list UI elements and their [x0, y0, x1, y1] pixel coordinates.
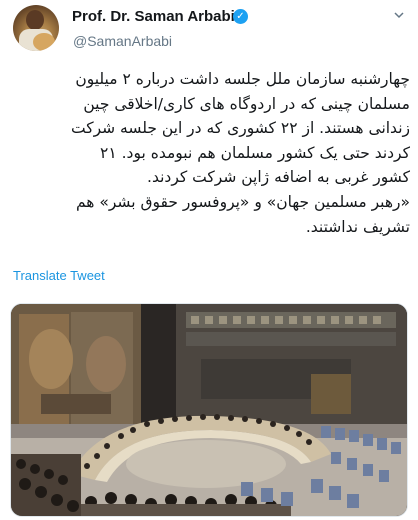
author-name[interactable]: Prof. Dr. Saman Arbabi [72, 8, 235, 25]
tweet-line: «رهبر مسلمین جهان» و «پروفسور حقوق بشر» … [75, 192, 410, 211]
verified-badge-icon: ✓ [233, 9, 248, 24]
un-security-council-photo [11, 304, 407, 516]
tweet-line: زندانی هستند. از ۲۲ کشوری که در این جلسه… [70, 119, 410, 138]
tweet-line: تشریف نداشتند. [305, 217, 410, 236]
avatar[interactable] [13, 5, 59, 51]
tweet-card: Prof. Dr. Saman Arbabi ✓ @SamanArbabi چه… [0, 0, 418, 520]
tweet-photo[interactable] [10, 303, 408, 517]
tweet-line: چهارشنبه سازمان ملل جلسه داشت درباره ۲ م… [75, 70, 410, 88]
tweet-line: مسلمان چینی که در اردوگاه های کاری/اخلاق… [83, 94, 410, 113]
chevron-down-icon[interactable] [394, 10, 404, 20]
tweet-line: کردند حتی یک کشور مسلمان هم نبومده بود. … [100, 143, 410, 162]
tweet-line: کشور غربی به اضافه ژاپن شرکت کردند. [147, 168, 410, 187]
author-handle[interactable]: @SamanArbabi [73, 33, 172, 49]
translate-tweet-link[interactable]: Translate Tweet [13, 268, 105, 283]
tweet-text: چهارشنبه سازمان ملل جلسه داشت درباره ۲ م… [12, 67, 410, 239]
